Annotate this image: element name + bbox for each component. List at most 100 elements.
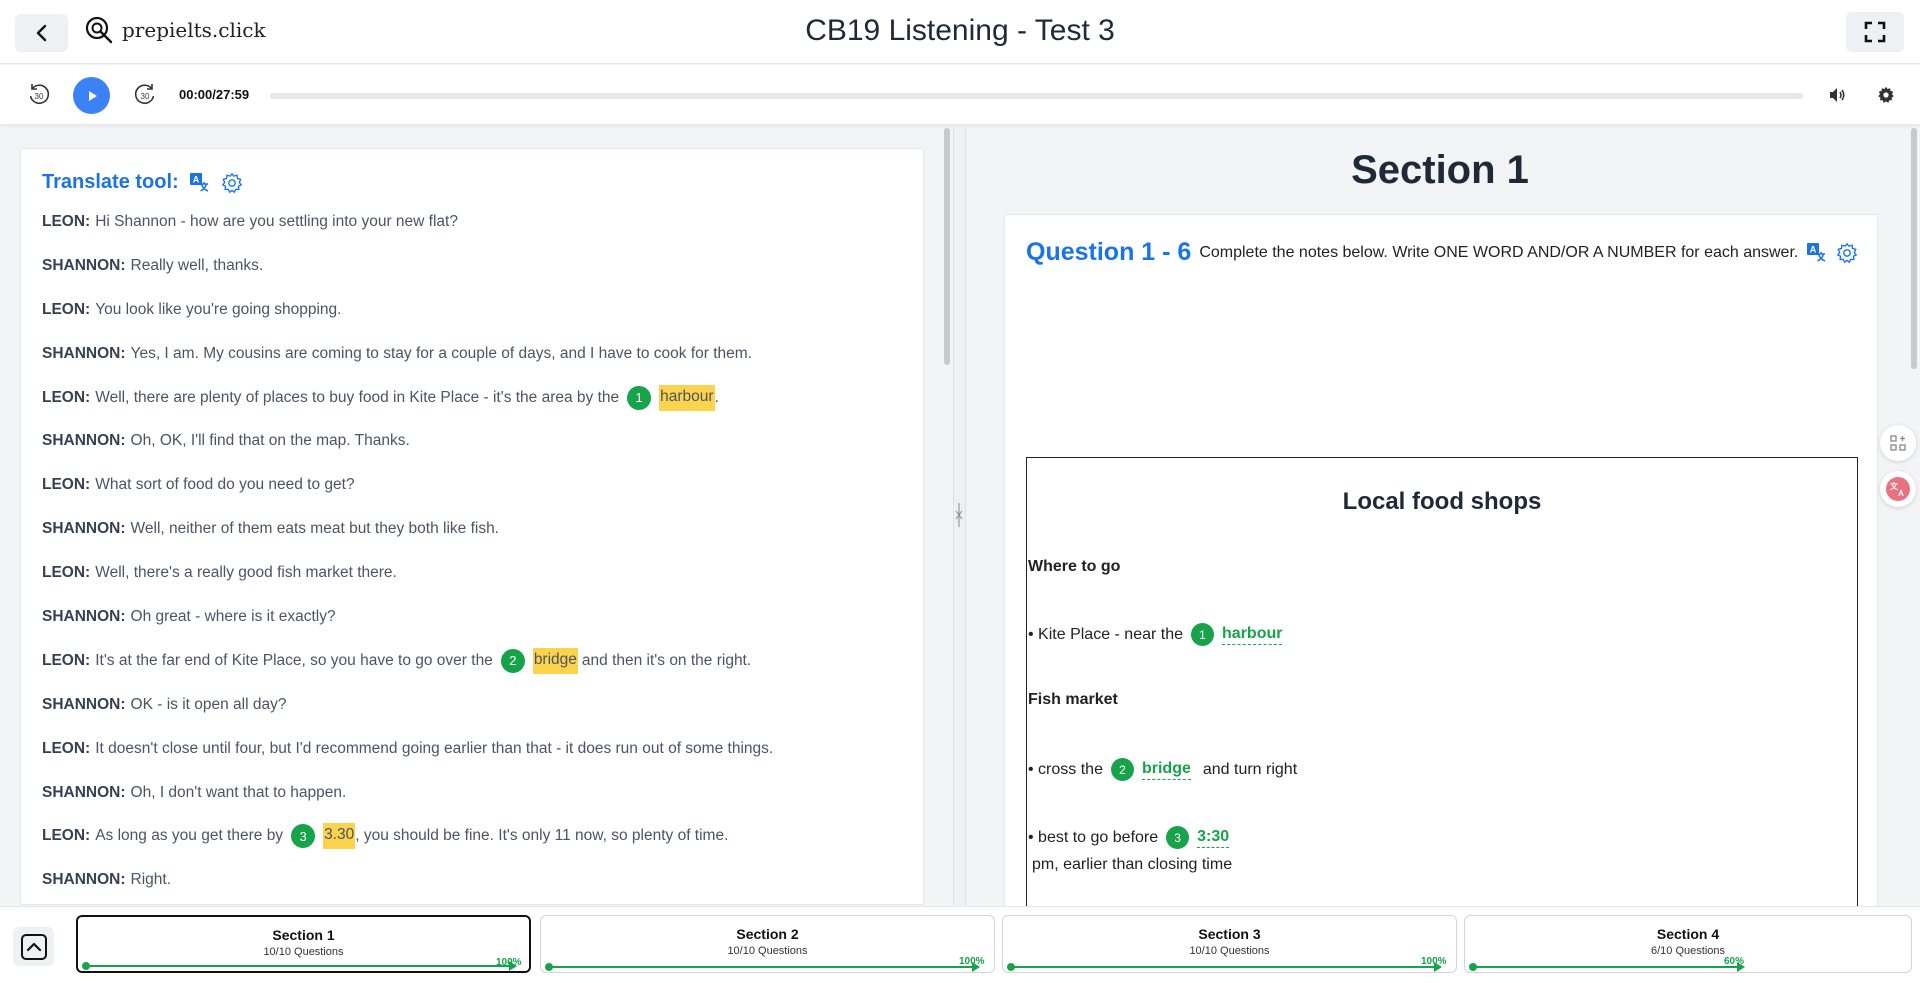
translate-badge-icon: 文 A: [1886, 477, 1910, 501]
section-progress-bar: [1473, 966, 1743, 968]
answer-highlight[interactable]: harbour: [659, 384, 715, 411]
speaker-label: SHANNON:: [42, 520, 126, 538]
transcript-line: SHANNON: Oh great - where is it exactly?: [42, 608, 912, 652]
section-tab-3[interactable]: Section 3 10/10 Questions 100%: [1002, 915, 1457, 973]
site-logo[interactable]: prepielts.click: [84, 15, 266, 45]
notes-item-text: pm, earlier than closing time: [1032, 856, 1233, 873]
section-tab-4[interactable]: Section 4 6/10 Questions 60%: [1464, 915, 1912, 973]
chevron-left-icon: [36, 24, 46, 42]
line-text: Right.: [130, 871, 172, 889]
answer-highlight[interactable]: bridge: [532, 647, 578, 674]
transcript-line: LEON: As long as you get there by 3 3.30, y…: [42, 823, 912, 871]
answer-field[interactable]: 3:30: [1197, 828, 1230, 848]
section-tab-2[interactable]: Section 2 10/10 Questions 100%: [540, 915, 995, 973]
volume-button[interactable]: [1823, 81, 1851, 109]
notes-heading: Fish market: [1028, 691, 1118, 708]
speaker-label: SHANNON:: [42, 432, 126, 450]
question-number-badge[interactable]: 3: [291, 824, 316, 849]
current-time: 00:00: [179, 87, 213, 102]
speaker-label: SHANNON:: [42, 783, 126, 801]
line-text: You look like you're going shopping.: [95, 300, 342, 318]
forward-button[interactable]: 30: [131, 81, 159, 109]
question-instruction: Complete the notes below. Write ONE WORD…: [1199, 243, 1799, 261]
rewind-30-icon: 30: [29, 84, 50, 105]
speaker-label: SHANNON:: [42, 256, 126, 274]
section-navigation: Section 1 10/10 Questions 100% Section 2…: [0, 906, 1920, 983]
translate-icon[interactable]: A: [1806, 242, 1828, 264]
progress-arrow-icon: [1434, 962, 1442, 972]
audio-player: 30 30 00:00/27:59: [0, 65, 1920, 125]
audio-settings-button[interactable]: [1872, 81, 1900, 109]
notes-heading: Where to go: [1028, 558, 1121, 575]
notes-item-text: • best to go before: [1028, 828, 1159, 846]
notes-title: Local food shops: [1342, 488, 1542, 515]
notes-item-text: • Kite Place - near the: [1028, 625, 1184, 643]
time-display: 00:00/27:59: [179, 87, 249, 102]
section-tab-name: Section 2: [736, 926, 799, 942]
line-text: It's at the far end of Kite Place, so yo…: [95, 651, 493, 669]
speaker-label: LEON:: [42, 476, 91, 494]
translate-settings-icon[interactable]: [1836, 242, 1858, 264]
answer-field[interactable]: harbour: [1222, 625, 1283, 645]
fullscreen-icon: [1864, 21, 1886, 43]
section-tab-count: 10/10 Questions: [1189, 945, 1270, 957]
back-button[interactable]: [15, 14, 68, 52]
line-text: Yes, I am. My cousins are coming to stay…: [130, 344, 752, 362]
svg-text:A: A: [1810, 244, 1817, 254]
transcript-line: SHANNON: Oh, OK, I'll find that on the ma…: [42, 432, 912, 476]
play-button[interactable]: [73, 77, 110, 114]
speaker-label: SHANNON:: [42, 608, 126, 626]
transcript-scrollbar[interactable]: [944, 128, 950, 365]
line-text: and then it's on the right.: [581, 651, 752, 669]
play-icon: [88, 90, 97, 101]
line-text: Oh, OK, I'll find that on the map. Thank…: [130, 432, 410, 450]
questions-scrollbar[interactable]: [1911, 128, 1917, 369]
section-tab-name: Section 1: [272, 927, 335, 943]
notes-box: Local food shops Where to go • Kite Plac…: [1026, 457, 1858, 927]
site-name: prepielts.click: [122, 18, 266, 42]
translate-settings-icon[interactable]: [221, 172, 243, 194]
notes-item-text: and turn right: [1202, 760, 1298, 778]
question-number-badge[interactable]: 2: [500, 648, 525, 673]
transcript-line: SHANNON: Really well, thanks.: [42, 257, 912, 301]
translate-icon[interactable]: A: [189, 172, 211, 194]
collapse-toggle-button[interactable]: [13, 927, 54, 966]
speaker-label: SHANNON:: [42, 344, 126, 362]
notes-item: • Kite Place - near the 1 harbour: [1028, 623, 1283, 646]
section-tab-name: Section 4: [1656, 926, 1720, 942]
section-tab-count: 10/10 Questions: [727, 945, 808, 957]
section-tab-1[interactable]: Section 1 10/10 Questions 100%: [76, 915, 531, 973]
line-text: .: [714, 388, 719, 406]
line-text: Oh, I don't want that to happen.: [130, 783, 347, 801]
speaker-label: SHANNON:: [42, 695, 126, 713]
speaker-label: LEON:: [42, 300, 91, 318]
line-text: Well, there's a really good fish market …: [95, 564, 397, 582]
rewind-button[interactable]: 30: [25, 81, 53, 109]
answer-field[interactable]: bridge: [1141, 760, 1191, 780]
answer-highlight[interactable]: 3.30: [323, 823, 356, 850]
section-tab-count: 6/10 Questions: [1651, 945, 1725, 957]
transcript-line: SHANNON: Right.: [42, 871, 912, 904]
page-translate-button[interactable]: 文 A: [1880, 471, 1916, 507]
fullscreen-button[interactable]: [1846, 12, 1904, 52]
line-text: Hi Shannon - how are you settling into y…: [95, 213, 458, 230]
question-number-badge[interactable]: 1: [627, 385, 652, 410]
section-title: Section 1: [1351, 148, 1529, 192]
transcript-line: LEON: You look like you're going shopping…: [42, 301, 912, 345]
question-number-badge: 3: [1166, 826, 1190, 849]
duration: 27:59: [215, 87, 250, 102]
question-range: Question 1 - 6: [1026, 238, 1192, 266]
audio-progress-bar[interactable]: [270, 93, 1803, 99]
transcript-line: SHANNON: OK - is it open all day?: [42, 696, 912, 740]
progress-arrow-icon: [972, 962, 980, 972]
speaker-label: LEON:: [42, 388, 91, 406]
line-text: , you should be fine. It's only 11 now, …: [355, 827, 729, 845]
resize-grip-icon[interactable]: [955, 502, 963, 531]
widget-add-button[interactable]: [1880, 425, 1916, 461]
svg-text:30: 30: [35, 92, 44, 101]
transcript-line: LEON: Well, there are plenty of places to…: [42, 384, 912, 433]
transcript-line: LEON: Well, there's a really good fish ma…: [42, 564, 912, 608]
line-text: Well, neither of them eats meat but they…: [130, 520, 499, 538]
svg-text:30: 30: [141, 92, 150, 101]
line-text: OK - is it open all day?: [130, 695, 287, 713]
